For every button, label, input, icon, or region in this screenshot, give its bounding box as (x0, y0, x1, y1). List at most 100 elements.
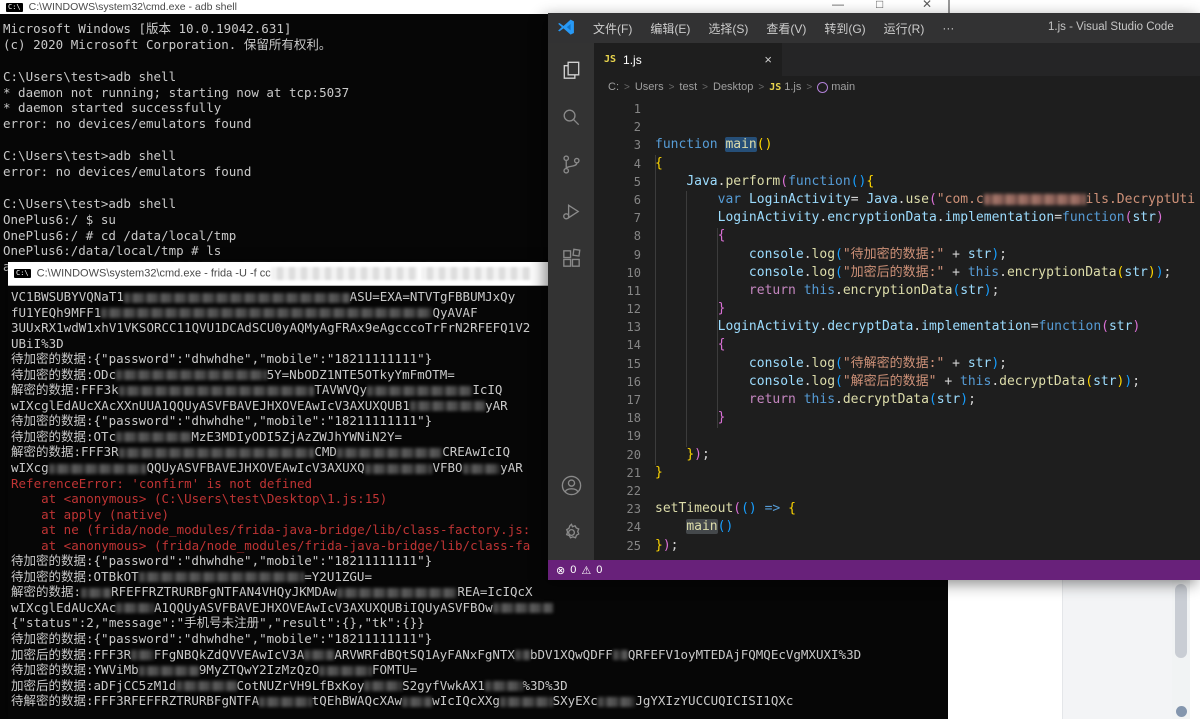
maximize-icon[interactable]: □ (876, 0, 883, 11)
vscode-titlebar[interactable]: 文件(F) 编辑(E) 选择(S) 查看(V) 转到(G) 运行(R) ··· 1.js -… (548, 13, 1200, 43)
code-token: str (1132, 210, 1156, 226)
menu-item-0[interactable]: 文件(F) (584, 20, 641, 37)
activity-search-icon[interactable] (555, 98, 587, 136)
terminal-text: C:\Users\test>adb shell (3, 68, 177, 84)
code-token: ( (733, 501, 742, 517)
code-token: str (936, 392, 961, 407)
cmd1-titlebar[interactable]: C:\ C:\WINDOWS\system32\cmd.exe - adb sh… (0, 0, 558, 14)
code-token: } (655, 537, 663, 553)
code-line: 4{ (594, 155, 1200, 173)
code-token: ( (835, 373, 843, 389)
menu-item-3[interactable]: 查看(V) (757, 20, 815, 37)
code-line: 15 console.log("待解密的数据:" + str); (594, 355, 1200, 373)
menu-item-2[interactable]: 选择(S) (699, 20, 757, 37)
code-token: this (967, 264, 1000, 280)
code-token: ; (999, 355, 1007, 371)
menu-item-5[interactable]: 运行(R) (875, 20, 934, 37)
breadcrumb-separator: > (758, 81, 765, 93)
activity-account-icon[interactable] (555, 466, 587, 504)
activity-source-control-icon[interactable] (555, 145, 587, 183)
code-token: log (811, 373, 836, 389)
terminal-line: OnePlus6:/ # cd /data/local/tmp (3, 228, 558, 244)
code-token: + (936, 373, 960, 389)
breadcrumb-label: test (679, 81, 698, 93)
code-token: var (717, 191, 749, 207)
breadcrumb-item-1js[interactable]: JS 1.js (769, 81, 801, 93)
scrollbar-thumb[interactable] (1175, 584, 1187, 658)
menu-item-4[interactable]: 转到(G) (815, 20, 874, 37)
code-text: console.log("加密后的数据:" + this.encryptionD… (655, 264, 1200, 282)
cmd-icon: C:\ (14, 269, 31, 278)
code-token: return (748, 282, 804, 298)
redacted-text (138, 572, 305, 583)
code-token: "com.c (936, 191, 984, 207)
breadcrumb-item-desktop[interactable]: Desktop (713, 81, 753, 93)
terminal-text: * daemon started successfully (3, 100, 222, 116)
code-token: log (811, 355, 836, 371)
activity-run-debug-icon[interactable] (555, 192, 587, 230)
line-number: 22 (626, 483, 641, 498)
code-token: } (686, 446, 695, 462)
terminal-text: 解密的数据:FFF3R (11, 444, 119, 460)
errors-icon[interactable]: ⊗ (556, 564, 565, 577)
code-line: 12 } (594, 300, 1200, 318)
breadcrumb-item-main[interactable]: main (817, 81, 855, 93)
activity-settings-icon[interactable] (555, 513, 587, 551)
terminal-text: UBiI%3D (11, 335, 64, 351)
terminal-text: =Y2U1ZGU= (304, 568, 372, 584)
terminal-text: S2gyfVwkAX1 (402, 677, 485, 693)
code-line: 2 (594, 118, 1200, 136)
terminal-text: A1QQUyASVFBAVEJHXOVEAwIcV3AXUXQUBiIQUyAS… (153, 599, 493, 615)
redacted-title-text (420, 267, 531, 280)
activity-extensions-icon[interactable] (555, 239, 587, 277)
redacted-text (81, 587, 112, 598)
tab-1js[interactable]: JS 1.js × (594, 43, 782, 76)
redacted-text (364, 681, 403, 692)
code-line: 13 LoginActivity.decryptData.implementat… (594, 318, 1200, 336)
terminal-text: wIcIQcXXg (432, 693, 500, 709)
redacted-text (612, 650, 628, 661)
status-bar: ⊗ 0 ⚠ 0 (548, 560, 1200, 580)
tab-close-icon[interactable]: × (764, 52, 772, 67)
terminal-text: yAR (500, 460, 523, 476)
breadcrumb-item-test[interactable]: test (679, 81, 697, 93)
code-token: ils.DecryptUti (1085, 191, 1196, 207)
menu-item-6[interactable]: ··· (933, 21, 963, 35)
code-line: 19 (594, 427, 1200, 445)
code-token: ) (991, 355, 1000, 371)
code-token: ( (780, 173, 789, 189)
code-token: ( (835, 264, 843, 280)
activity-bar (548, 43, 594, 560)
errors-count[interactable]: 0 (570, 564, 576, 576)
warnings-icon[interactable]: ⚠ (581, 564, 591, 577)
code-editor[interactable]: 1 2 3 function main() 4{5 Java.perform(fun… (594, 98, 1200, 560)
line-number: 19 (626, 429, 641, 444)
indent-guide (655, 155, 656, 465)
breadcrumb-item-c[interactable]: C: (608, 81, 619, 93)
code-token: = (1030, 319, 1039, 335)
activity-explorer-icon[interactable] (555, 51, 587, 89)
code-line: 14 { (594, 336, 1200, 354)
line-number: 20 (626, 447, 641, 462)
breadcrumb-item-users[interactable]: Users (635, 81, 664, 93)
redacted-text (138, 665, 199, 676)
warnings-count[interactable]: 0 (596, 564, 602, 576)
menu-item-1[interactable]: 编辑(E) (641, 20, 699, 37)
line-number: 15 (626, 356, 641, 371)
terminal-text: MzE3MDIyODI5ZjAzZWJhYWNiN2Y= (191, 428, 403, 444)
code-token: encryptionData (1006, 264, 1117, 280)
close-icon[interactable]: ✕ (922, 0, 932, 11)
code-token: ; (999, 246, 1007, 262)
code-token: () (756, 137, 773, 153)
code-token: str (1124, 264, 1148, 280)
terminal-text: 待加密的数据:OTc (11, 428, 117, 444)
terminal-line: error: no devices/emulators found (3, 164, 558, 180)
scrollbar[interactable] (1172, 580, 1190, 719)
code-token: () (850, 173, 867, 189)
terminal-text: at <anonymous> (frida/node_modules/frida… (11, 537, 531, 553)
terminal-line: * daemon not running; starting now at tc… (3, 85, 558, 101)
minimize-icon[interactable]: — (832, 0, 844, 11)
